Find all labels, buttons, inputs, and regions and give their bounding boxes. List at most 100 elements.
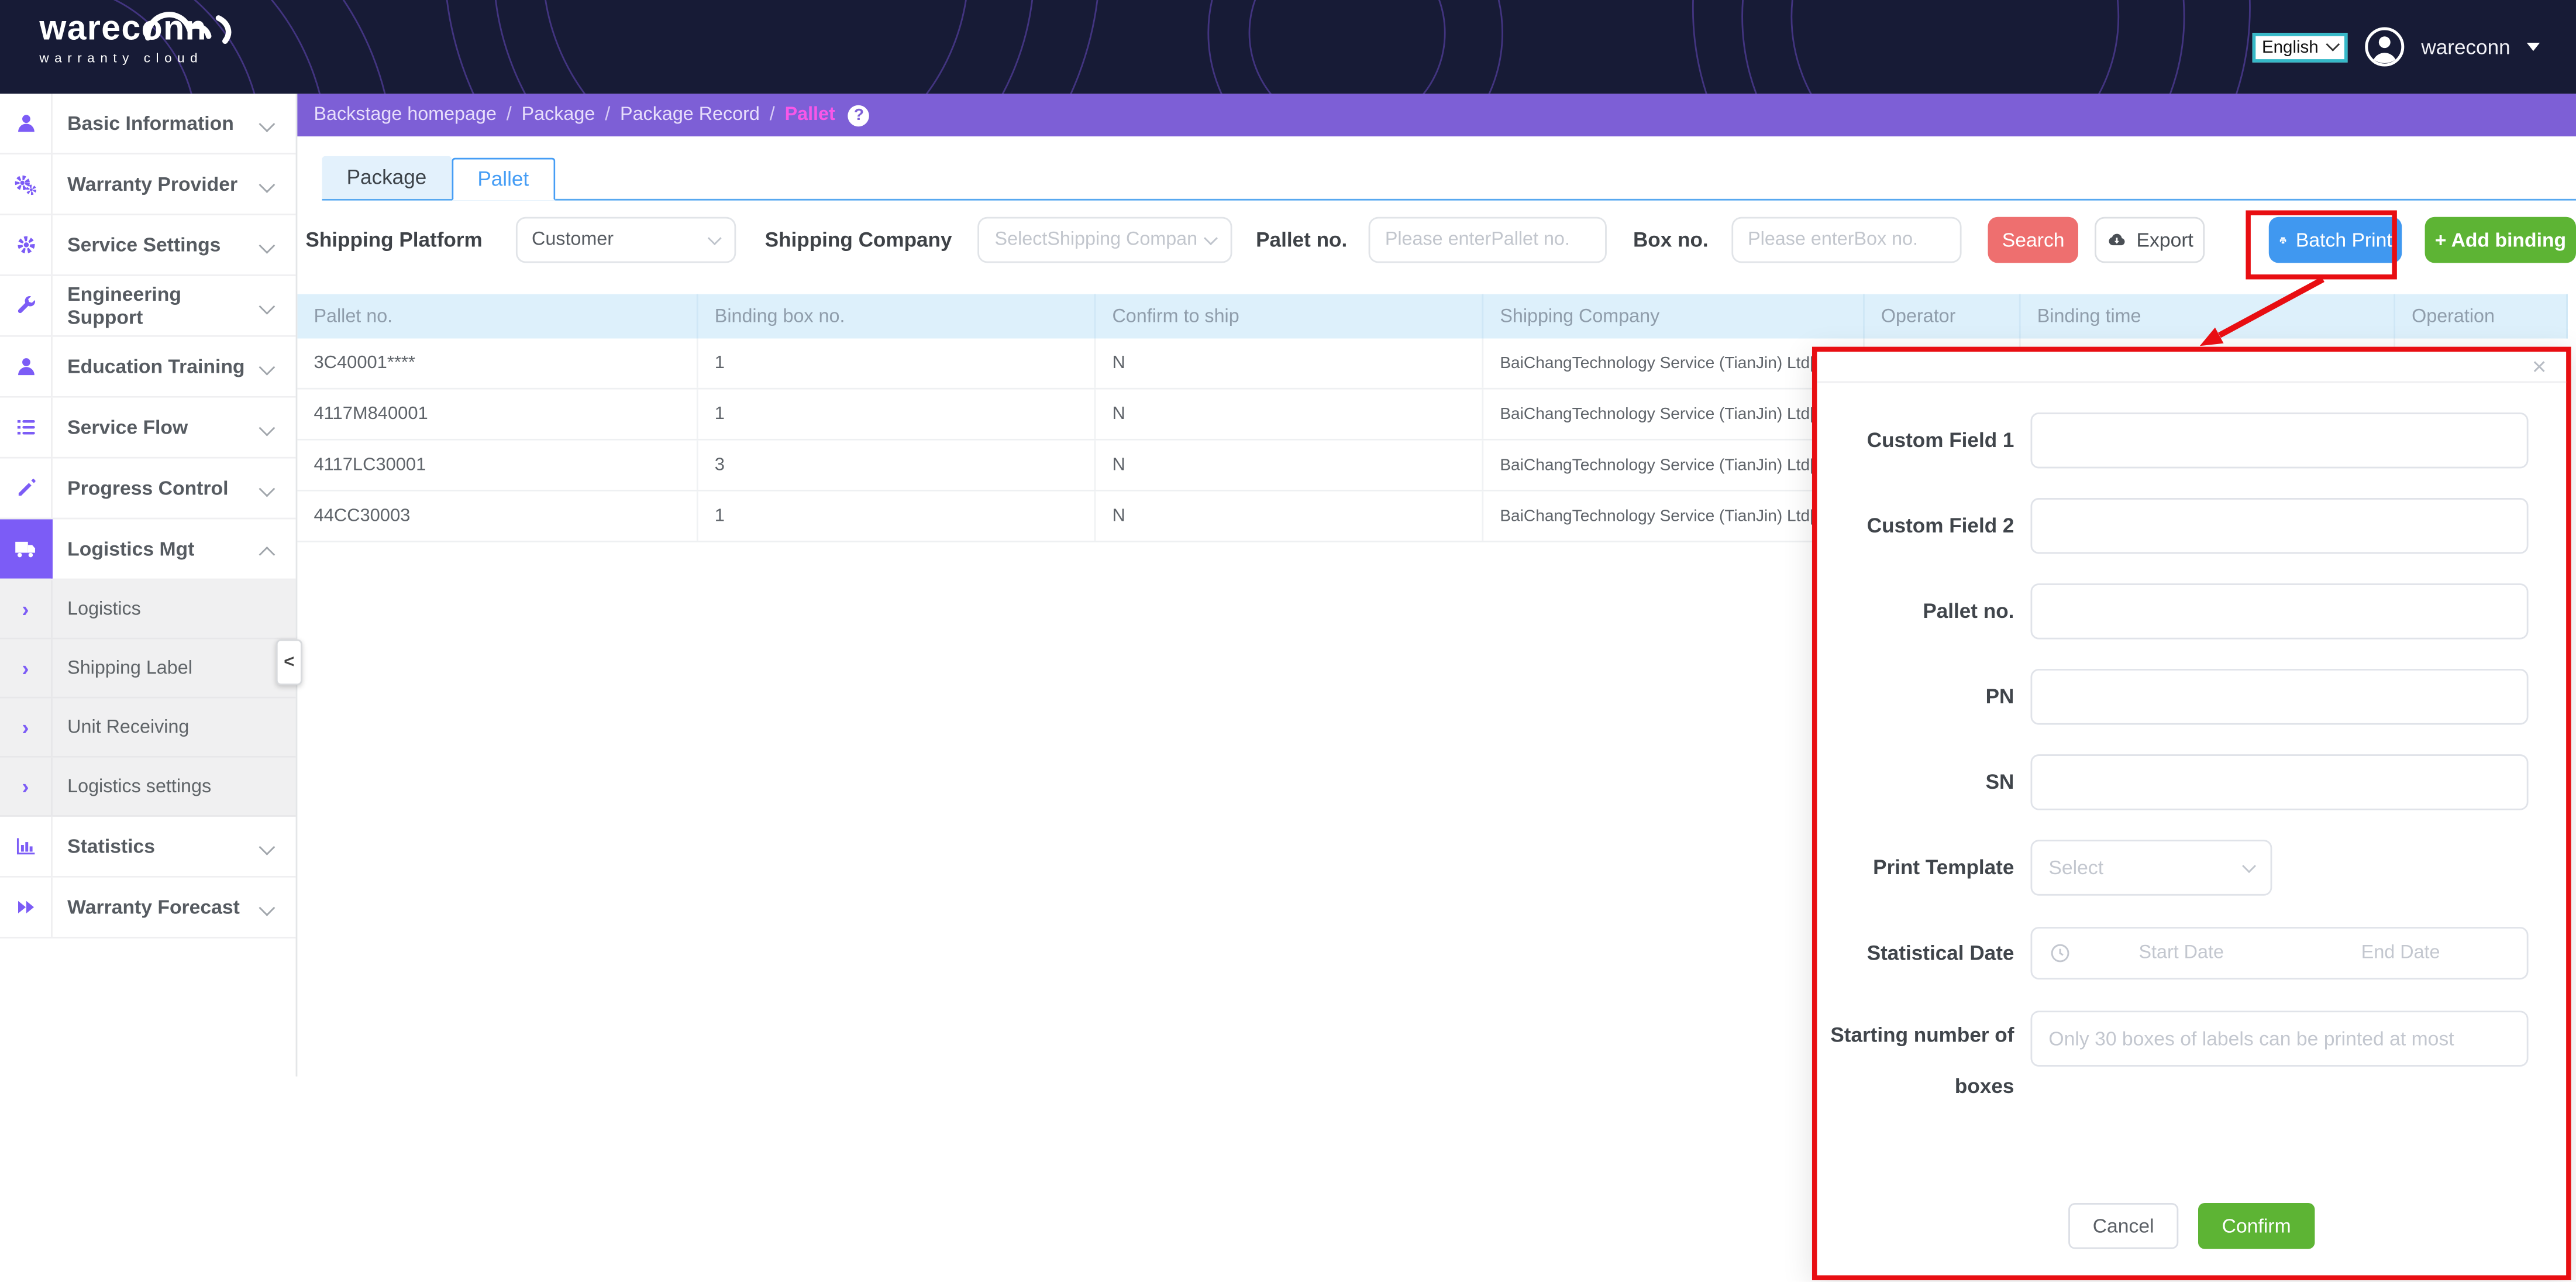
clock-icon — [2048, 941, 2071, 964]
column-header[interactable]: Operator — [1865, 294, 2021, 339]
column-header[interactable]: Operation — [2395, 294, 2568, 339]
breadcrumb-separator: / — [770, 105, 775, 125]
dialog-form: Custom Field 1 Custom Field 2 Pallet no.… — [1817, 383, 2566, 1112]
chevron-up-icon — [259, 547, 275, 563]
wareconn-logo[interactable]: wareconn warranty cloud — [39, 10, 207, 66]
add-binding-button[interactable]: + Add binding — [2425, 217, 2576, 263]
sidebar-item-label: Service Flow — [53, 398, 261, 457]
avatar[interactable] — [2364, 26, 2405, 67]
sidebar-item-education-training[interactable]: Education Training — [0, 337, 296, 398]
print-template-placeholder: Select — [2048, 856, 2103, 879]
filter-bar: Shipping Platform Customer Shipping Comp… — [305, 217, 2576, 263]
dialog-pallet-no-input[interactable] — [2031, 583, 2529, 639]
shipping-company-select[interactable]: SelectShipping Company — [978, 217, 1232, 263]
list-icon — [0, 398, 53, 457]
export-label: Export — [2136, 228, 2193, 251]
sidebar-collapse-handle[interactable]: < — [276, 640, 302, 686]
print-template-select[interactable]: Select — [2031, 840, 2272, 895]
top-header-bar: wareconn warranty cloud English wareconn — [0, 0, 2576, 94]
form-row-custom-field-2: Custom Field 2 — [1817, 498, 2566, 554]
form-row-starting-number: Starting number of boxes — [1817, 1011, 2566, 1112]
sidebar-item-label: Warranty Provider — [53, 154, 261, 214]
sn-input[interactable] — [2031, 754, 2529, 810]
chevron-down-icon — [1204, 231, 1218, 245]
shipping-company-cell: BaiChangTechnology Service (TianJin) Ltd… — [1483, 390, 1865, 439]
tab-pallet[interactable]: Pallet — [451, 158, 555, 201]
shipping-company-cell: BaiChangTechnology Service (TianJin) Ltd… — [1483, 492, 1865, 541]
field-label: Starting number of boxes — [1817, 1011, 2030, 1112]
field-label: Pallet no. — [1817, 586, 2030, 637]
breadcrumb-link[interactable]: Package Record — [620, 105, 760, 125]
custom-field-1-input[interactable] — [2031, 413, 2529, 468]
sidebar-item-progress-control[interactable]: Progress Control — [0, 459, 296, 520]
printer-icon — [2279, 229, 2288, 251]
sidebar-item-label: Warranty Forecast — [53, 878, 261, 937]
shipping-platform-label: Shipping Platform — [305, 228, 482, 251]
breadcrumb-link[interactable]: Backstage homepage — [314, 105, 496, 125]
sidebar-item-service-flow[interactable]: Service Flow — [0, 398, 296, 459]
language-select[interactable]: English — [2252, 32, 2347, 62]
chevron-down-icon — [2242, 858, 2256, 872]
column-header[interactable]: Confirm to ship — [1096, 294, 1483, 339]
confirm-to-ship-cell: N — [1096, 390, 1483, 439]
cogs-icon — [0, 154, 53, 214]
batch-print-button[interactable]: Batch Print — [2269, 217, 2402, 263]
search-button[interactable]: Search — [1988, 217, 2079, 263]
breadcrumb-link[interactable]: Package — [522, 105, 595, 125]
column-header[interactable]: Binding time — [2021, 294, 2395, 339]
field-label: Print Template — [1817, 842, 2030, 893]
user-menu[interactable]: wareconn — [2421, 35, 2510, 58]
confirm-button[interactable]: Confirm — [2198, 1203, 2315, 1249]
form-row-statistical-date: Statistical Date Start Date End Date — [1817, 925, 2566, 981]
sidebar-item-warranty-forecast[interactable]: Warranty Forecast — [0, 878, 296, 939]
dialog-header: × — [1817, 352, 2566, 383]
sidebar-subitem-unit-receiving[interactable]: › Unit Receiving — [0, 699, 296, 758]
sidebar-subitem-logistics-settings[interactable]: › Logistics settings — [0, 758, 296, 817]
column-header[interactable]: Binding box no. — [698, 294, 1096, 339]
breadcrumb-separator: / — [507, 105, 512, 125]
chevron-down-icon — [259, 176, 275, 193]
box-no-input[interactable] — [1731, 217, 1961, 263]
tab-package[interactable]: Package — [322, 156, 451, 199]
sidebar: Basic Information Warranty Provider — [0, 94, 297, 1077]
close-icon[interactable]: × — [2532, 355, 2547, 380]
chevron-down-icon — [707, 231, 721, 245]
sidebar-item-service-settings[interactable]: Service Settings — [0, 215, 296, 276]
wrench-icon — [0, 276, 53, 335]
help-icon[interactable]: ? — [848, 104, 870, 126]
chevron-down-icon — [259, 298, 275, 314]
custom-field-2-input[interactable] — [2031, 498, 2529, 554]
pallet-no-cell: 4117LC30001 — [297, 441, 698, 490]
cloud-download-icon — [2107, 229, 2129, 251]
sidebar-item-statistics[interactable]: Statistics — [0, 817, 296, 878]
export-button[interactable]: Export — [2095, 217, 2205, 263]
column-header[interactable]: Shipping Company — [1483, 294, 1865, 339]
cancel-button[interactable]: Cancel — [2068, 1203, 2178, 1249]
sidebar-item-warranty-provider[interactable]: Warranty Provider — [0, 154, 296, 215]
sidebar-item-label: Service Settings — [53, 215, 261, 274]
sidebar-item-basic-information[interactable]: Basic Information — [0, 94, 296, 154]
pallet-no-cell: 3C40001**** — [297, 339, 698, 388]
tab-bar: Package Pallet — [322, 156, 2575, 201]
breadcrumb-current: Pallet — [785, 105, 835, 125]
wave-decoration — [1692, 0, 2251, 94]
arrow-right-icon: › — [0, 580, 53, 637]
pn-input[interactable] — [2031, 669, 2529, 724]
sidebar-item-label: Education Training — [53, 337, 261, 396]
field-label: Custom Field 2 — [1817, 500, 2030, 551]
binding-box-no-cell: 1 — [698, 492, 1096, 541]
breadcrumb-separator: / — [605, 105, 610, 125]
sidebar-item-engineering-support[interactable]: Engineering Support — [0, 276, 296, 337]
form-row-custom-field-1: Custom Field 1 — [1817, 413, 2566, 468]
sidebar-subitem-shipping-label[interactable]: › Shipping Label — [0, 640, 296, 699]
user-caret-icon[interactable] — [2527, 43, 2540, 51]
pallet-no-input[interactable] — [1369, 217, 1607, 263]
statistical-date-range-input[interactable]: Start Date End Date — [2031, 927, 2529, 979]
sidebar-item-logistics-mgt[interactable]: Logistics Mgt — [0, 520, 296, 580]
sidebar-subitem-logistics[interactable]: › Logistics — [0, 580, 296, 639]
confirm-to-ship-cell: N — [1096, 339, 1483, 388]
shipping-platform-value: Customer — [532, 230, 614, 250]
column-header[interactable]: Pallet no. — [297, 294, 698, 339]
shipping-platform-select[interactable]: Customer — [515, 217, 735, 263]
starting-number-input[interactable] — [2031, 1011, 2529, 1066]
